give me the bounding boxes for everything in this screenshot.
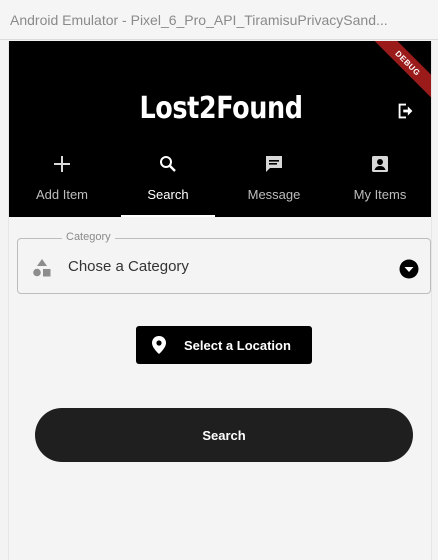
tab-label: My Items — [353, 187, 407, 202]
category-dropdown[interactable]: Category Chose a Category — [17, 231, 431, 294]
search-button[interactable]: Search — [35, 408, 413, 462]
tab-label: Add Item — [35, 187, 89, 202]
tab-message[interactable]: Message — [221, 145, 327, 217]
select-location-button[interactable]: Select a Location — [136, 326, 312, 364]
category-label: Category — [62, 231, 115, 243]
window-title: Android Emulator - Pixel_6_Pro_API_Tiram… — [10, 11, 388, 28]
emulator-title-bar: Android Emulator - Pixel_6_Pro_API_Tiram… — [0, 0, 438, 40]
plus-icon — [50, 153, 74, 175]
debug-banner-label: DEBUG — [393, 48, 423, 78]
device-screen: DEBUG Lost2Found Add Item Search Message… — [8, 41, 432, 560]
tab-label: Message — [247, 187, 301, 202]
tab-bar: Add Item Search Message My Items — [9, 145, 431, 217]
app-bar: DEBUG Lost2Found Add Item Search Message… — [9, 41, 431, 217]
search-button-label: Search — [202, 427, 246, 443]
app-title: Lost2Found — [139, 91, 303, 126]
message-icon — [262, 153, 286, 175]
search-icon — [156, 153, 180, 175]
account-box-icon — [368, 153, 392, 175]
chevron-down-icon — [399, 259, 419, 279]
select-location-label: Select a Location — [184, 337, 291, 353]
logout-icon[interactable] — [395, 100, 417, 122]
tab-search[interactable]: Search — [115, 145, 221, 217]
location-pin-icon — [152, 336, 166, 354]
category-value: Chose a Category — [68, 258, 189, 275]
tab-my-items[interactable]: My Items — [327, 145, 431, 217]
shapes-icon — [33, 259, 51, 277]
tab-label: Search — [147, 187, 189, 202]
tab-add-item[interactable]: Add Item — [9, 145, 115, 217]
